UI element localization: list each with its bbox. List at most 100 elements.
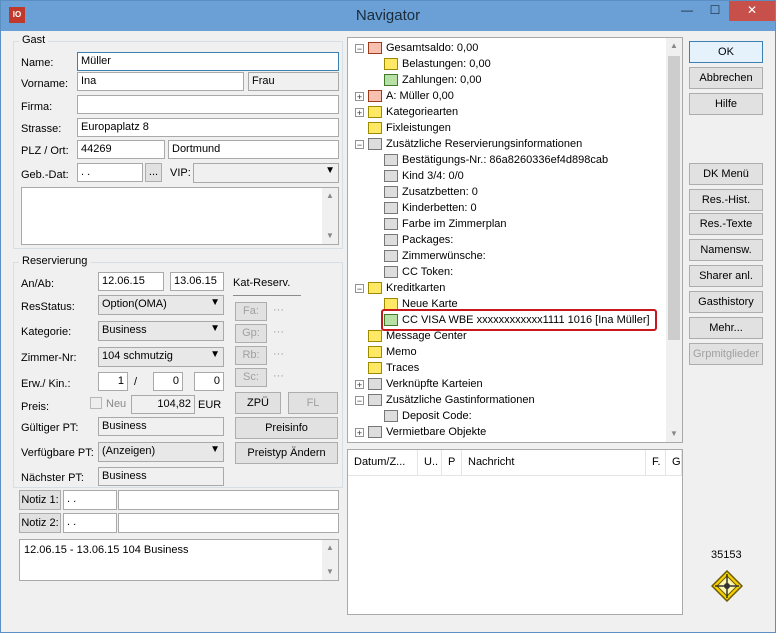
tree-node-zahlungen[interactable]: Zahlungen: 0,00 bbox=[384, 72, 482, 88]
anrede-field[interactable]: Frau bbox=[248, 72, 339, 91]
tree-node-account[interactable]: A: Müller 0,00 bbox=[368, 88, 454, 104]
summary-memo[interactable]: 12.06.15 - 13.06.15 104 Business ▲ ▼ bbox=[19, 539, 339, 581]
collapse-icon[interactable]: − bbox=[355, 284, 364, 294]
message-grid[interactable]: Datum/Z... U.. P Nachricht F. G. bbox=[347, 449, 683, 615]
tree-node-fixleistungen[interactable]: Fixleistungen bbox=[368, 120, 451, 136]
fa-button[interactable]: Fa: bbox=[235, 302, 267, 321]
tree-node-belastungen[interactable]: Belastungen: 0,00 bbox=[384, 56, 491, 72]
zimmer-select[interactable]: 104 schmutzig ▼ bbox=[98, 347, 224, 367]
kin1-input[interactable]: 0 bbox=[153, 372, 183, 391]
plz-input[interactable]: 44269 bbox=[77, 140, 165, 159]
tree-node-kategoriearten[interactable]: Kategoriearten bbox=[368, 104, 458, 120]
kategorie-select[interactable]: Business ▼ bbox=[98, 321, 224, 341]
expand-icon[interactable]: + bbox=[355, 92, 364, 102]
mehr-button[interactable]: Mehr... bbox=[689, 317, 763, 339]
col-f[interactable]: F. bbox=[646, 450, 666, 475]
notiz1-text-input[interactable] bbox=[118, 490, 339, 510]
gebdat-picker-button[interactable]: ... bbox=[145, 163, 162, 182]
gasthistory-button[interactable]: Gasthistory bbox=[689, 291, 763, 313]
dkmenu-button[interactable]: DK Menü bbox=[689, 163, 763, 185]
tree-node-zus-gast[interactable]: Zusätzliche Gastinformationen bbox=[368, 392, 535, 408]
rb-button[interactable]: Rb: bbox=[235, 346, 267, 365]
tree-scrollbar[interactable]: ▲ ▼ bbox=[666, 38, 682, 442]
navigator-tree[interactable]: − Gesamtsaldo: 0,00 Belastungen: 0,00 Za… bbox=[347, 37, 683, 443]
expand-icon[interactable]: + bbox=[355, 428, 364, 438]
scroll-down-icon[interactable]: ▼ bbox=[322, 564, 338, 580]
kin2-input[interactable]: 0 bbox=[194, 372, 224, 391]
gast-memo[interactable]: ▲ ▼ bbox=[21, 187, 339, 245]
tree-node-zusatzbetten[interactable]: Zusatzbetten: 0 bbox=[384, 184, 478, 200]
maximize-button[interactable]: ☐ bbox=[701, 1, 729, 21]
an-date-input[interactable]: 12.06.15 bbox=[98, 272, 164, 291]
tree-node-traces[interactable]: Traces bbox=[368, 360, 419, 376]
verfuegbare-select[interactable]: (Anzeigen) ▼ bbox=[98, 442, 224, 462]
firma-input[interactable] bbox=[77, 95, 339, 114]
compass-icon[interactable] bbox=[711, 570, 743, 602]
expand-icon[interactable]: + bbox=[355, 380, 364, 390]
neu-checkbox[interactable] bbox=[90, 397, 102, 409]
gast-memo-scrollbar[interactable]: ▲ ▼ bbox=[322, 188, 338, 244]
minimize-button[interactable]: — bbox=[673, 1, 701, 21]
col-u[interactable]: U.. bbox=[418, 450, 442, 475]
tree-node-deposit[interactable]: Deposit Code: bbox=[384, 408, 472, 424]
close-button[interactable]: ✕ bbox=[729, 1, 775, 21]
reshist-button[interactable]: Res.-Hist. bbox=[689, 189, 763, 211]
tree-node-message-center[interactable]: Message Center bbox=[368, 328, 467, 344]
hilfe-button[interactable]: Hilfe bbox=[689, 93, 763, 115]
tree-node-packages[interactable]: Packages: bbox=[384, 232, 453, 248]
expand-icon[interactable]: + bbox=[355, 108, 364, 118]
resstatus-select[interactable]: Option(OMA) ▼ bbox=[98, 295, 224, 315]
sharer-button[interactable]: Sharer anl. bbox=[689, 265, 763, 287]
fl-button[interactable]: FL bbox=[288, 392, 338, 414]
tree-node-cctoken[interactable]: CC Token: bbox=[384, 264, 453, 280]
tree-node-memo[interactable]: Memo bbox=[368, 344, 417, 360]
name-input[interactable]: Müller bbox=[77, 52, 339, 71]
notiz1-button[interactable]: Notiz 1: bbox=[19, 490, 61, 510]
preistyp-button[interactable]: Preistyp Ändern bbox=[235, 442, 338, 464]
collapse-icon[interactable]: − bbox=[355, 44, 364, 54]
restexte-button[interactable]: Res.-Texte bbox=[689, 213, 763, 235]
summary-scrollbar[interactable]: ▲ ▼ bbox=[322, 540, 338, 580]
scroll-up-icon[interactable]: ▲ bbox=[666, 38, 682, 54]
vorname-input[interactable]: Ina bbox=[77, 72, 244, 91]
col-nachricht[interactable]: Nachricht bbox=[462, 450, 646, 475]
scroll-up-icon[interactable]: ▲ bbox=[322, 188, 338, 204]
notiz2-date-input[interactable]: . . bbox=[63, 513, 117, 533]
preisinfo-button[interactable]: Preisinfo bbox=[235, 417, 338, 439]
tree-node-kinderbetten[interactable]: Kinderbetten: 0 bbox=[384, 200, 477, 216]
tree-node-verknuepfte[interactable]: Verknüpfte Karteien bbox=[368, 376, 483, 392]
col-datum[interactable]: Datum/Z... bbox=[348, 450, 418, 475]
tree-node-kreditkarten[interactable]: Kreditkarten bbox=[368, 280, 445, 296]
tree-node-bestaetigung[interactable]: Bestätigungs-Nr.: 86a8260336ef4d898cab bbox=[384, 152, 608, 168]
col-g[interactable]: G. bbox=[666, 450, 682, 475]
tree-node-farbe[interactable]: Farbe im Zimmerplan bbox=[384, 216, 507, 232]
strasse-input[interactable]: Europaplatz 8 bbox=[77, 118, 339, 137]
gebdat-input[interactable]: . . bbox=[77, 163, 143, 182]
scroll-down-icon[interactable]: ▼ bbox=[322, 228, 338, 244]
tree-node-zimmerwuensche[interactable]: Zimmerwünsche: bbox=[384, 248, 486, 264]
ok-button[interactable]: OK bbox=[689, 41, 763, 63]
tree-scroll-thumb[interactable] bbox=[668, 56, 680, 340]
notiz2-button[interactable]: Notiz 2: bbox=[19, 513, 61, 533]
tree-node-gesamtsaldo[interactable]: Gesamtsaldo: 0,00 bbox=[368, 40, 478, 56]
scroll-down-icon[interactable]: ▼ bbox=[666, 426, 682, 442]
abbrechen-button[interactable]: Abbrechen bbox=[689, 67, 763, 89]
notiz2-text-input[interactable] bbox=[118, 513, 339, 533]
collapse-icon[interactable]: − bbox=[355, 140, 364, 150]
tree-node-vermietbare[interactable]: Vermietbare Objekte bbox=[368, 424, 486, 440]
notiz1-date-input[interactable]: . . bbox=[63, 490, 117, 510]
vip-select[interactable]: ▼ bbox=[193, 163, 339, 183]
gp-button[interactable]: Gp: bbox=[235, 324, 267, 343]
tree-node-zus-reservierung[interactable]: Zusätzliche Reservierungsinformationen bbox=[368, 136, 582, 152]
grpmitglieder-button[interactable]: Grpmitglieder bbox=[689, 343, 763, 365]
zpu-button[interactable]: ZPÜ bbox=[235, 392, 281, 414]
collapse-icon[interactable]: − bbox=[355, 396, 364, 406]
tree-node-kind[interactable]: Kind 3/4: 0/0 bbox=[384, 168, 464, 184]
col-p[interactable]: P bbox=[442, 450, 462, 475]
namensw-button[interactable]: Namensw. bbox=[689, 239, 763, 261]
sc-button[interactable]: Sc: bbox=[235, 368, 267, 387]
ab-date-input[interactable]: 13.06.15 bbox=[170, 272, 224, 291]
erw-input[interactable]: 1 bbox=[98, 372, 128, 391]
scroll-up-icon[interactable]: ▲ bbox=[322, 540, 338, 556]
ort-input[interactable]: Dortmund bbox=[168, 140, 339, 159]
